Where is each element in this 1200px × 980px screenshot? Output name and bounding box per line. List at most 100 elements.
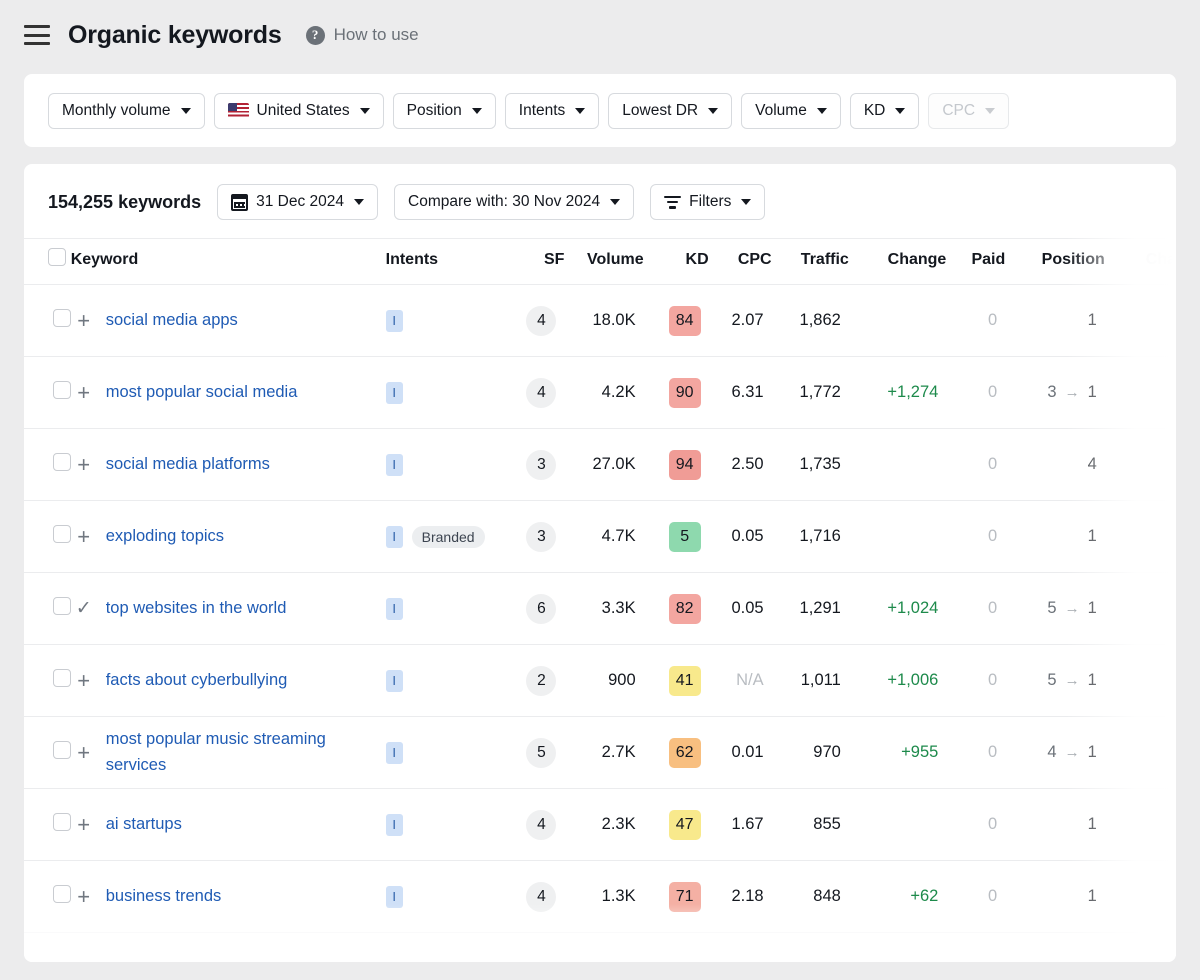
row-checkbox[interactable] xyxy=(52,381,71,399)
column-header-change-2[interactable]: Cha xyxy=(1104,238,1176,285)
plus-icon[interactable]: + xyxy=(71,524,97,550)
how-to-use-link[interactable]: ? How to use xyxy=(305,25,419,45)
column-header-kd[interactable]: KD xyxy=(643,238,709,285)
kd-badge: 90 xyxy=(668,377,701,408)
keyword-link[interactable]: most popular music streaming services xyxy=(106,727,386,778)
column-header-volume[interactable]: Volume xyxy=(564,238,644,285)
keyword-link[interactable]: top websites in the world xyxy=(106,596,287,622)
compare-date-button[interactable]: Compare with: 30 Nov 2024 xyxy=(394,184,635,220)
plus-icon[interactable]: + xyxy=(71,812,97,838)
kd-badge: 62 xyxy=(668,737,701,768)
table-row[interactable]: + business trends I 4 1.3K 71 2.18 848 +… xyxy=(24,861,1176,933)
kd-badge: 47 xyxy=(668,809,701,840)
column-header-keyword[interactable]: Keyword xyxy=(70,238,386,285)
intent-badge[interactable]: I xyxy=(385,741,403,764)
table-header-row: Keyword Intents SF Volume KD CPC Traffic… xyxy=(24,238,1176,285)
filter-chip-position[interactable]: Position xyxy=(392,92,496,129)
row-checkbox[interactable] xyxy=(52,813,71,831)
row-checkbox[interactable] xyxy=(52,597,71,615)
check-icon[interactable]: ✓ xyxy=(71,596,97,622)
select-all-header xyxy=(24,238,71,285)
sf-cell: 3 xyxy=(505,501,564,573)
keyword-link[interactable]: ai startups xyxy=(106,812,182,838)
table-row[interactable]: + social media platforms I 3 27.0K 94 2.… xyxy=(24,429,1176,501)
column-header-intents[interactable]: Intents xyxy=(385,238,506,285)
chevron-down-icon xyxy=(895,107,906,114)
volume-cell: 3.3K xyxy=(601,599,636,617)
filter-chip-monthly-volume[interactable]: Monthly volume xyxy=(48,92,205,129)
keyword-link[interactable]: social media platforms xyxy=(106,452,270,478)
plus-icon[interactable]: + xyxy=(71,380,97,406)
column-header-paid[interactable]: Paid xyxy=(946,238,1006,285)
position-cell: 4 → 1 xyxy=(1005,717,1105,789)
table-row[interactable]: ✓ top websites in the world I 6 3.3K 82 … xyxy=(24,573,1176,645)
paid-cell: 0 xyxy=(988,311,998,329)
plus-icon[interactable]: + xyxy=(71,668,97,694)
date-picker-button[interactable]: 31 Dec 2024 xyxy=(217,184,379,220)
keyword-link[interactable]: most popular social media xyxy=(106,380,298,406)
intent-badge[interactable]: I xyxy=(385,453,403,476)
sf-cell: 5 xyxy=(505,717,564,789)
keyword-link[interactable]: facts about cyberbullying xyxy=(106,668,288,694)
filter-chip-cpc[interactable]: CPC xyxy=(928,92,1010,129)
intent-badge[interactable]: I xyxy=(385,309,403,332)
filter-chip-lowest-dr[interactable]: Lowest DR xyxy=(608,92,733,129)
row-checkbox[interactable] xyxy=(52,669,71,687)
column-header-traffic[interactable]: Traffic xyxy=(771,238,849,285)
change-2-cell xyxy=(1105,573,1176,645)
row-checkbox[interactable] xyxy=(52,525,71,543)
row-checkbox[interactable] xyxy=(52,309,71,327)
position-cell: 1 xyxy=(1005,861,1105,933)
filter-chip-country[interactable]: United States xyxy=(213,92,384,129)
table-row[interactable]: + most popular social media I 4 4.2K 90 … xyxy=(24,357,1176,429)
keyword-cell: + exploding topics xyxy=(71,501,386,573)
intent-badge[interactable]: I xyxy=(385,381,403,404)
filter-chip-kd[interactable]: KD xyxy=(849,92,920,129)
intent-badge[interactable]: I xyxy=(385,597,403,620)
column-header-sf[interactable]: SF xyxy=(505,238,565,285)
plus-icon[interactable]: + xyxy=(71,740,97,766)
chevron-down-icon xyxy=(708,107,719,114)
sf-value: 2 xyxy=(526,665,557,696)
hamburger-menu-icon[interactable] xyxy=(24,25,50,45)
plus-icon[interactable]: + xyxy=(71,884,97,910)
row-checkbox[interactable] xyxy=(52,885,71,903)
calendar-icon xyxy=(231,193,249,211)
filter-chip-volume[interactable]: Volume xyxy=(741,92,841,129)
column-header-cpc[interactable]: CPC xyxy=(708,238,772,285)
filters-button[interactable]: Filters xyxy=(650,184,766,220)
table-row[interactable]: + social media apps I 4 18.0K 84 2.07 1,… xyxy=(24,285,1176,357)
intent-badge[interactable]: I xyxy=(385,813,403,836)
filter-bar: Monthly volume United States Position In… xyxy=(24,74,1176,147)
table-body: + social media apps I 4 18.0K 84 2.07 1,… xyxy=(24,285,1176,933)
column-header-change[interactable]: Change xyxy=(848,238,947,285)
keyword-link[interactable]: business trends xyxy=(106,884,222,910)
intent-badge[interactable]: I xyxy=(385,525,403,548)
table-row[interactable]: + ai startups I 4 2.3K 47 1.67 855 0 1 xyxy=(24,789,1176,861)
filter-chip-intents[interactable]: Intents xyxy=(504,92,600,129)
keyword-link[interactable]: exploding topics xyxy=(106,524,224,550)
cpc-cell: 0.05 xyxy=(731,599,764,617)
row-checkbox[interactable] xyxy=(52,453,71,471)
table-row[interactable]: + exploding topics I Branded 3 4.7K 5 0.0… xyxy=(24,501,1176,573)
table-row[interactable]: + most popular music streaming services … xyxy=(24,717,1176,789)
row-select-cell xyxy=(24,429,71,501)
sf-cell: 4 xyxy=(505,285,564,357)
traffic-cell: 1,772 xyxy=(799,383,841,401)
filter-funnel-icon xyxy=(664,195,682,209)
row-checkbox[interactable] xyxy=(52,741,71,759)
intent-badge[interactable]: I xyxy=(385,885,403,908)
change-2-cell xyxy=(1105,357,1176,429)
plus-icon[interactable]: + xyxy=(71,308,97,334)
column-header-position[interactable]: Position xyxy=(1005,238,1105,285)
chevron-down-icon xyxy=(359,107,370,114)
position-current: 1 xyxy=(1087,743,1097,761)
keyword-link[interactable]: social media apps xyxy=(106,308,238,334)
table-row[interactable]: + facts about cyberbullying I 2 900 41 N… xyxy=(24,645,1176,717)
select-all-checkbox[interactable] xyxy=(48,248,66,266)
intent-badge[interactable]: I xyxy=(385,669,403,692)
filter-chip-label: Position xyxy=(406,101,462,119)
filter-chip-label: Volume xyxy=(755,101,807,119)
plus-icon[interactable]: + xyxy=(71,452,97,478)
filter-chip-label: CPC xyxy=(942,101,976,119)
